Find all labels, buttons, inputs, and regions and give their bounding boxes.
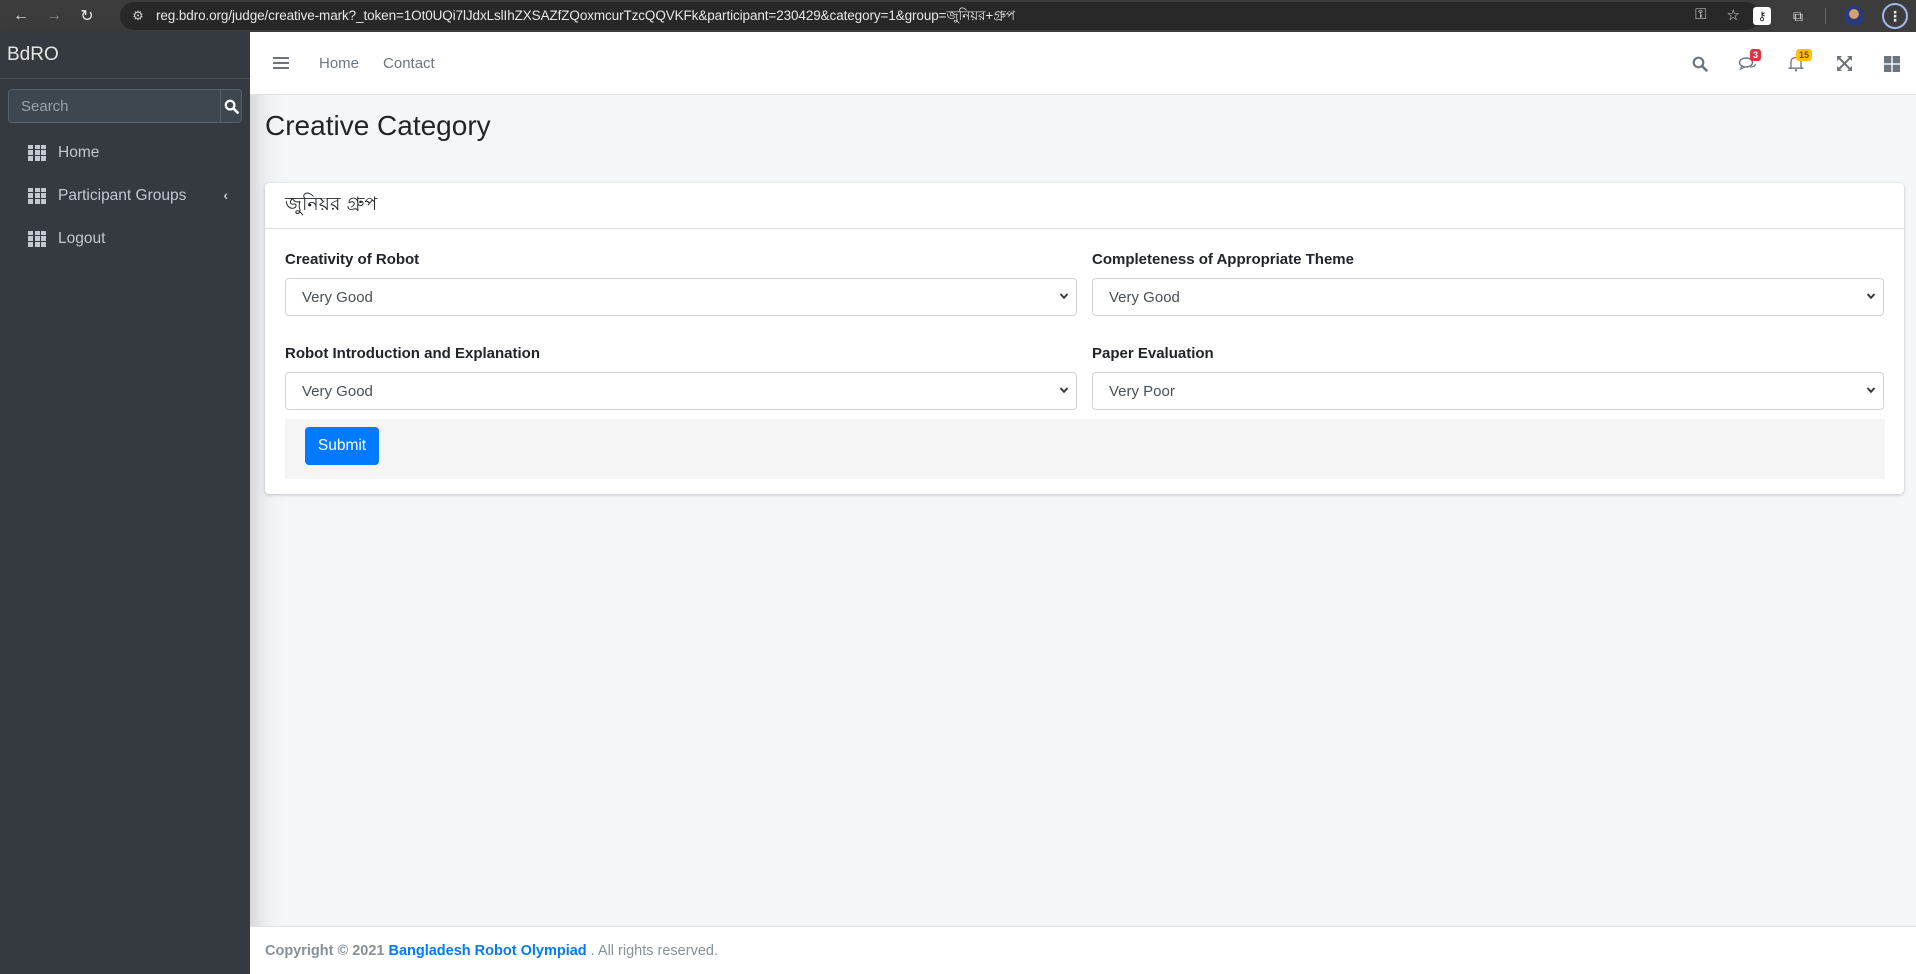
forward-icon[interactable]: → [42, 4, 66, 28]
sidebar-item-participant-groups[interactable]: Participant Groups ‹ [0, 174, 250, 217]
sidebar-item-home[interactable]: Home [0, 131, 250, 174]
sidebar-item-label: Home [58, 143, 100, 161]
search-icon [224, 99, 239, 114]
nav-link-contact[interactable]: Contact [383, 55, 435, 72]
sidebar-search-input[interactable] [9, 90, 220, 122]
card-title: জুনিয়র গ্রুপ [265, 183, 1904, 229]
nav-link-home[interactable]: Home [319, 55, 359, 72]
profile-avatar[interactable] [1844, 6, 1864, 26]
field-label: Creativity of Robot [285, 251, 420, 268]
password-manager-extension-icon[interactable]: ⚷ [1753, 7, 1771, 25]
selected-value: Very Good [1109, 288, 1180, 306]
fullscreen-button[interactable] [1820, 44, 1868, 84]
completeness-of-theme-select[interactable]: Very Good [1092, 278, 1884, 316]
notifications-count-badge: 15 [1796, 48, 1813, 61]
password-key-icon[interactable]: ⚿ [1695, 6, 1706, 24]
sidebar-search [8, 89, 242, 123]
back-icon[interactable]: ← [9, 4, 33, 28]
field-label: Completeness of Appropriate Theme [1092, 251, 1354, 268]
reload-icon[interactable]: ↻ [75, 4, 99, 28]
grid-icon [28, 187, 46, 204]
messages-button[interactable]: 3 [1724, 44, 1772, 84]
sidebar-item-label: Participant Groups [58, 186, 187, 204]
sidebar-item-logout[interactable]: Logout [0, 217, 250, 260]
chevron-down-icon [1866, 293, 1876, 300]
chevron-down-icon [1866, 387, 1876, 394]
copyright-text: Copyright © 2021 [265, 942, 385, 959]
brand-logo-text[interactable]: BdRO [0, 32, 250, 79]
navbar-search-button[interactable] [1676, 44, 1724, 84]
selected-value: Very Good [302, 382, 373, 400]
sidebar-menu: Home Participant Groups ‹ Logout [0, 131, 250, 260]
site-info-icon[interactable]: ⚙ [128, 6, 148, 26]
form-group-introduction: Robot Introduction and Explanation Very … [285, 345, 1077, 410]
chevron-left-icon: ‹ [223, 187, 228, 203]
paper-evaluation-select[interactable]: Very Poor [1092, 372, 1884, 410]
selected-value: Very Poor [1109, 382, 1175, 400]
top-navbar: Home Contact 3 15 [250, 32, 1916, 95]
address-bar[interactable]: ⚙ reg.bdro.org/judge/creative-mark?_toke… [120, 2, 1760, 30]
hamburger-menu-icon[interactable] [273, 56, 289, 70]
toolbar-divider [1825, 8, 1826, 24]
selected-value: Very Good [302, 288, 373, 306]
control-sidebar-button[interactable] [1868, 44, 1916, 84]
field-label: Paper Evaluation [1092, 345, 1214, 362]
page-title: Creative Category [265, 110, 491, 141]
expand-arrows-icon [1836, 56, 1852, 71]
browser-toolbar: ← → ↻ ⚙ reg.bdro.org/judge/creative-mark… [0, 0, 1916, 32]
card-footer: Submit [285, 419, 1885, 479]
search-icon [1692, 56, 1708, 72]
chevron-down-icon [1059, 293, 1069, 300]
sidebar-item-label: Logout [58, 229, 106, 247]
form-group-creativity: Creativity of Robot Very Good [285, 251, 1077, 316]
creativity-of-robot-select[interactable]: Very Good [285, 278, 1077, 316]
browser-menu-icon[interactable]: ⋮ [1882, 3, 1908, 29]
marking-card: জুনিয়র গ্রুপ Creativity of Robot Very G… [265, 183, 1904, 494]
th-large-icon [1884, 55, 1900, 72]
grid-icon [28, 230, 46, 247]
page-footer: Copyright © 2021 Bangladesh Robot Olympi… [250, 926, 1916, 974]
robot-introduction-select[interactable]: Very Good [285, 372, 1077, 410]
form-group-completeness: Completeness of Appropriate Theme Very G… [1092, 251, 1884, 316]
sidebar-search-button[interactable] [220, 90, 241, 122]
rights-text: . All rights reserved. [590, 942, 718, 959]
grid-icon [28, 144, 46, 161]
form-group-paper-evaluation: Paper Evaluation Very Poor [1092, 345, 1884, 410]
messages-count-badge: 3 [1750, 48, 1762, 61]
url-text[interactable]: reg.bdro.org/judge/creative-mark?_token=… [156, 5, 1015, 28]
extensions-puzzle-icon[interactable]: ⧉ [1789, 7, 1807, 25]
bookmark-star-icon[interactable]: ☆ [1727, 6, 1740, 24]
organization-link[interactable]: Bangladesh Robot Olympiad [388, 943, 586, 959]
submit-button[interactable]: Submit [305, 427, 379, 465]
field-label: Robot Introduction and Explanation [285, 345, 540, 362]
chevron-down-icon [1059, 387, 1069, 394]
sidebar: BdRO Home Participant Groups ‹ Logout [0, 32, 250, 974]
content-wrapper: Creative Category জুনিয়র গ্রুপ Creativi… [250, 96, 1916, 926]
notifications-button[interactable]: 15 [1772, 44, 1820, 84]
